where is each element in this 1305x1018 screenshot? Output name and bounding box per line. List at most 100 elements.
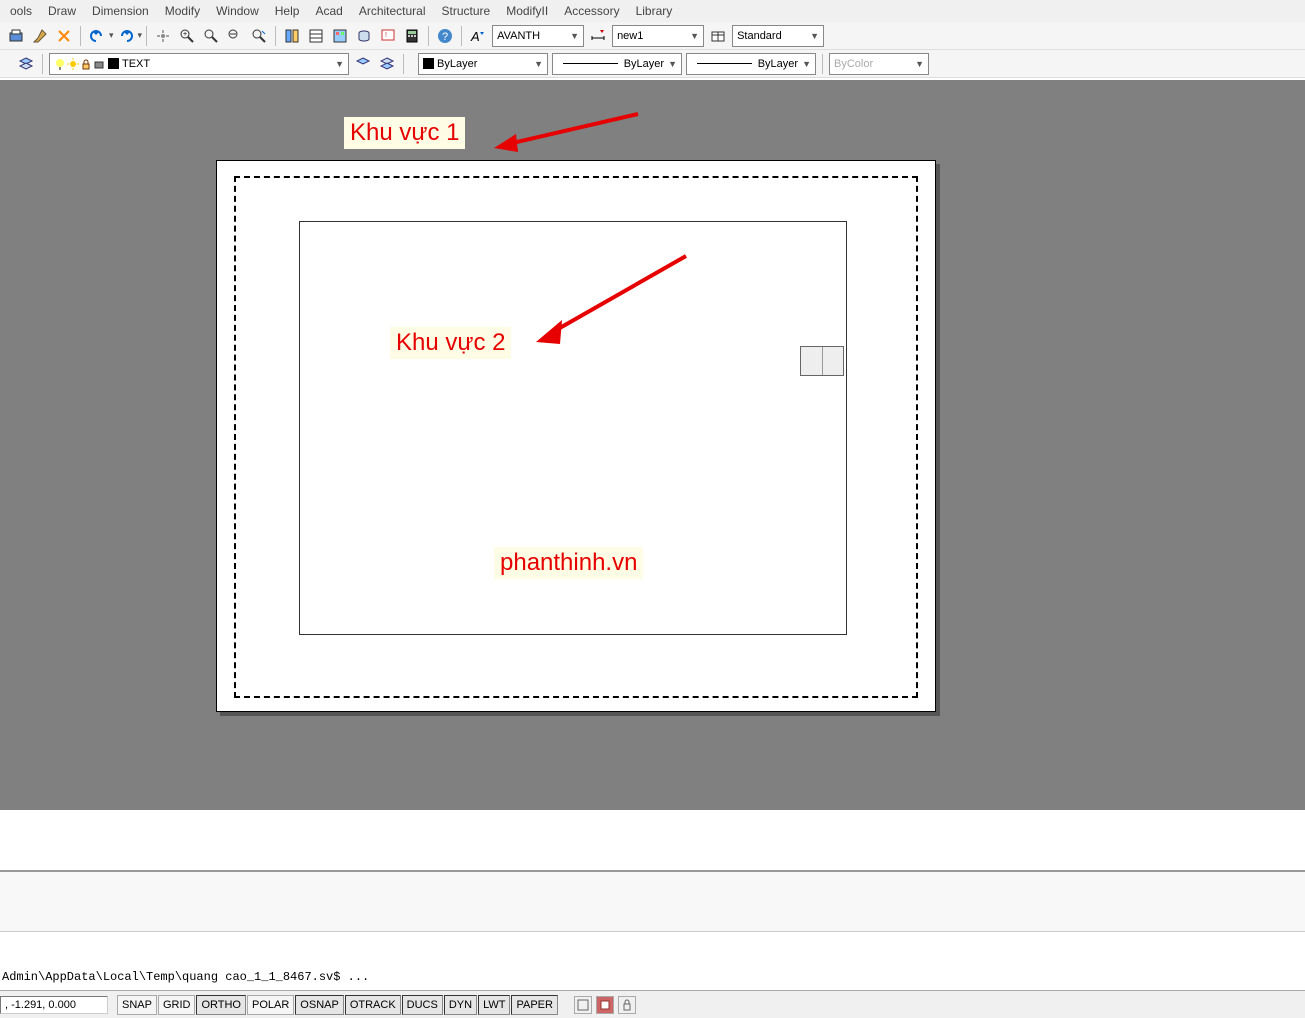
lock-icon bbox=[80, 58, 92, 70]
menu-window[interactable]: Window bbox=[208, 1, 267, 21]
print-icon[interactable] bbox=[6, 26, 26, 46]
sheet-set-icon[interactable] bbox=[306, 26, 326, 46]
layer-dropdown[interactable]: TEXT ▼ bbox=[49, 53, 349, 75]
tablestyle-dropdown[interactable]: Standard ▼ bbox=[732, 25, 824, 47]
osnap-toggle[interactable]: OSNAP bbox=[295, 995, 344, 1015]
tablestyle-value: Standard bbox=[737, 30, 782, 42]
match-icon[interactable] bbox=[54, 26, 74, 46]
zoom-realtime-icon[interactable]: + bbox=[177, 26, 197, 46]
chevron-down-icon: ▼ bbox=[915, 59, 924, 69]
dbconnect-icon[interactable] bbox=[354, 26, 374, 46]
menu-tools[interactable]: ools bbox=[2, 1, 40, 21]
coordinates-panel[interactable]: , -1.291, 0.000 bbox=[0, 996, 108, 1014]
plot-icon bbox=[93, 58, 105, 70]
textstyle-icon[interactable]: A bbox=[468, 26, 488, 46]
linetype-dropdown[interactable]: ByLayer ▼ bbox=[552, 53, 682, 75]
dimstyle-dropdown[interactable]: new1 ▼ bbox=[612, 25, 704, 47]
menubar: ools Draw Dimension Modify Window Help A… bbox=[0, 0, 1305, 22]
paper-toggle[interactable]: PAPER bbox=[511, 995, 557, 1015]
tablestyle-icon[interactable] bbox=[708, 26, 728, 46]
command-line-text[interactable]: Admin\AppData\Local\Temp\quang cao_1_1_8… bbox=[2, 970, 369, 984]
layer-manager-icon[interactable] bbox=[16, 54, 36, 74]
zoom-extents-icon[interactable] bbox=[249, 26, 269, 46]
dimstyle-value: new1 bbox=[617, 30, 643, 42]
drawing-canvas[interactable]: Khu vực 1 Khu vực 2 phanthinh.vn bbox=[0, 80, 1305, 810]
dimstyle-icon[interactable] bbox=[588, 26, 608, 46]
brush-icon[interactable] bbox=[30, 26, 50, 46]
statusbar: , -1.291, 0.000 SNAP GRID ORTHO POLAR OS… bbox=[0, 990, 1305, 1018]
dyn-toggle[interactable]: DYN bbox=[444, 995, 477, 1015]
lineweight-value: ByLayer bbox=[758, 58, 798, 70]
svg-text:A: A bbox=[470, 29, 480, 44]
grid-toggle[interactable]: GRID bbox=[158, 995, 196, 1015]
pan-icon[interactable] bbox=[153, 26, 173, 46]
chevron-down-icon: ▼ bbox=[534, 59, 543, 69]
menu-modify[interactable]: Modify bbox=[157, 1, 208, 21]
chevron-down-icon: ▼ bbox=[335, 59, 344, 69]
chevron-down-icon: ▼ bbox=[668, 59, 677, 69]
annotation-khu-vuc-2: Khu vực 2 bbox=[390, 327, 511, 359]
plotstyle-dropdown[interactable]: ByColor ▼ bbox=[829, 53, 929, 75]
menu-dimension[interactable]: Dimension bbox=[84, 1, 157, 21]
snap-toggle[interactable]: SNAP bbox=[117, 995, 157, 1015]
layer-name-value: TEXT bbox=[122, 58, 150, 70]
ducs-toggle[interactable]: DUCS bbox=[402, 995, 443, 1015]
menu-modify2[interactable]: ModifyII bbox=[498, 1, 556, 21]
paper-sheet bbox=[216, 160, 936, 712]
menu-library[interactable]: Library bbox=[628, 1, 681, 21]
menu-draw[interactable]: Draw bbox=[40, 1, 84, 21]
zoom-prev-icon[interactable] bbox=[225, 26, 245, 46]
lwt-toggle[interactable]: LWT bbox=[478, 995, 510, 1015]
color-dropdown[interactable]: ByLayer ▼ bbox=[418, 53, 548, 75]
lineweight-dropdown[interactable]: ByLayer ▼ bbox=[686, 53, 816, 75]
textstyle-value: AVANTH bbox=[497, 30, 540, 42]
zoom-window-icon[interactable] bbox=[201, 26, 221, 46]
menu-architectural[interactable]: Architectural bbox=[351, 1, 434, 21]
arrow-icon-2 bbox=[526, 248, 696, 358]
command-history[interactable] bbox=[0, 872, 1305, 932]
markup-icon[interactable]: ! bbox=[378, 26, 398, 46]
tool-palette-icon[interactable] bbox=[330, 26, 350, 46]
annotation-khu-vuc-1: Khu vực 1 bbox=[344, 117, 465, 149]
undo-icon[interactable] bbox=[87, 26, 107, 46]
layer-previous-icon[interactable] bbox=[353, 54, 373, 74]
bulb-icon bbox=[54, 58, 66, 70]
svg-text:+: + bbox=[183, 31, 187, 38]
ortho-toggle[interactable]: ORTHO bbox=[196, 995, 246, 1015]
menu-acad[interactable]: Acad bbox=[307, 1, 350, 21]
redo-icon[interactable] bbox=[116, 26, 136, 46]
lineweight-sample bbox=[697, 63, 752, 64]
plotstyle-value: ByColor bbox=[834, 58, 873, 70]
command-area: Admin\AppData\Local\Temp\quang cao_1_1_8… bbox=[0, 870, 1305, 990]
linetype-value: ByLayer bbox=[624, 58, 664, 70]
color-swatch-icon bbox=[423, 58, 434, 69]
menu-accessory[interactable]: Accessory bbox=[556, 1, 627, 21]
menu-structure[interactable]: Structure bbox=[434, 1, 499, 21]
linetype-sample bbox=[563, 63, 618, 64]
props-icon[interactable] bbox=[282, 26, 302, 46]
toolbar-row-2: TEXT ▼ ByLayer ▼ ByLayer ▼ ByLayer ▼ ByColo… bbox=[0, 50, 1305, 78]
sun-icon bbox=[67, 58, 79, 70]
annotation-scale-icon[interactable] bbox=[596, 996, 614, 1014]
otrack-toggle[interactable]: OTRACK bbox=[345, 995, 401, 1015]
quickcalc-icon[interactable] bbox=[402, 26, 422, 46]
chevron-down-icon: ▼ bbox=[810, 31, 819, 41]
polar-toggle[interactable]: POLAR bbox=[247, 995, 294, 1015]
maximize-viewport-icon[interactable] bbox=[574, 996, 592, 1014]
chevron-down-icon: ▼ bbox=[802, 59, 811, 69]
watermark-text: phanthinh.vn bbox=[494, 547, 643, 579]
color-value: ByLayer bbox=[437, 58, 477, 70]
svg-text:?: ? bbox=[442, 31, 448, 43]
layer-states-icon[interactable] bbox=[377, 54, 397, 74]
viewport-thumbnail bbox=[800, 346, 844, 376]
toolbar-row-1: ▾ ▾ + ! ? A AVANTH▼ new1▼ Standard▼ bbox=[0, 22, 1305, 50]
menu-help[interactable]: Help bbox=[267, 1, 308, 21]
chevron-down-icon: ▼ bbox=[690, 31, 699, 41]
layer-color-swatch bbox=[108, 58, 119, 69]
svg-text:!: ! bbox=[385, 32, 387, 39]
toolbar-lock-icon[interactable] bbox=[618, 996, 636, 1014]
chevron-down-icon: ▼ bbox=[570, 31, 579, 41]
textstyle-dropdown[interactable]: AVANTH ▼ bbox=[492, 25, 584, 47]
arrow-icon-1 bbox=[488, 106, 648, 156]
help-icon[interactable]: ? bbox=[435, 26, 455, 46]
